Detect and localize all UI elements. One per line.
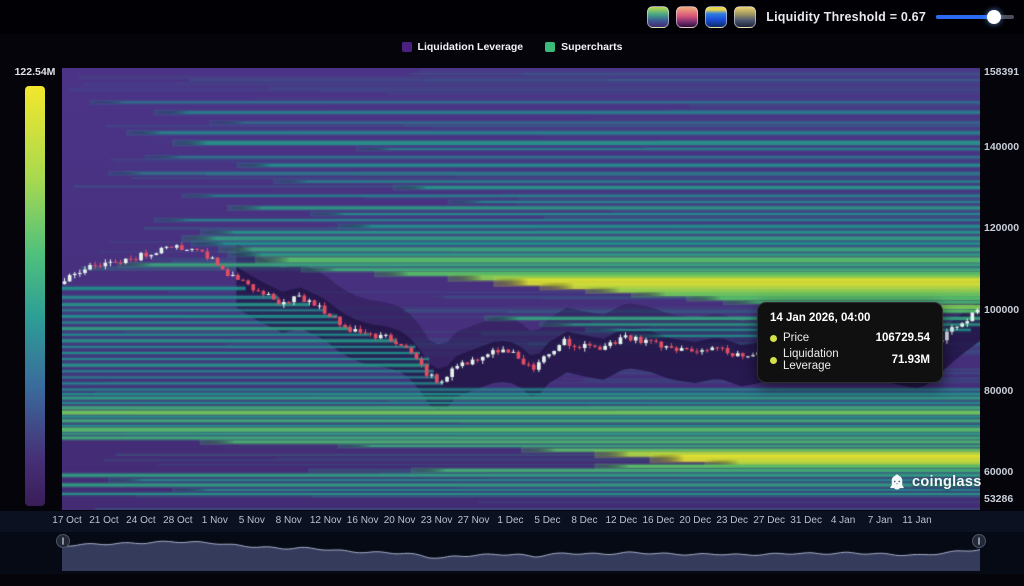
date-axis: 17 Oct21 Oct24 Oct28 Oct1 Nov5 Nov8 Nov1… xyxy=(0,511,1024,532)
navigator-left-handle[interactable]: ∥ xyxy=(56,534,70,548)
tooltip-label: Price xyxy=(783,332,809,344)
legend-label: Supercharts xyxy=(561,41,622,53)
palette-cividis-icon[interactable] xyxy=(734,6,756,28)
liquidation-dot-icon xyxy=(770,357,777,364)
tooltip-row-liquidation-leverage: Liquidation Leverage 71.93M xyxy=(770,348,930,372)
watermark-text: coinglass xyxy=(912,474,982,490)
tooltip-timestamp: 14 Jan 2026, 04:00 xyxy=(770,312,930,324)
price-tick-label: 100000 xyxy=(984,304,1019,316)
price-tick-label: 140000 xyxy=(984,141,1019,153)
price-axis: 158391 140000 120000 100000 80000 60000 53286 xyxy=(984,0,1024,530)
price-dot-icon xyxy=(770,335,777,342)
price-tick-label: 120000 xyxy=(984,222,1019,234)
price-tick-label: 80000 xyxy=(984,385,1013,397)
top-toolbar: Liquidity Threshold = 0.67 xyxy=(0,0,1024,34)
coinglass-watermark: coinglass xyxy=(888,473,982,491)
tooltip-label: Liquidation Leverage xyxy=(783,348,886,372)
legend-item-liquidation-leverage[interactable]: Liquidation Leverage xyxy=(402,41,524,53)
price-tick-label: 158391 xyxy=(984,66,1019,78)
coinglass-logo-icon xyxy=(888,473,906,491)
legend-item-supercharts[interactable]: Supercharts xyxy=(545,41,622,53)
navigator-overview-canvas[interactable] xyxy=(62,533,980,571)
tooltip-value: 106729.54 xyxy=(876,332,930,344)
liquidation-heatmap-app: Liquidity Threshold = 0.67 Liquidation L… xyxy=(0,0,1024,586)
legend-swatch-purple-icon xyxy=(402,42,412,52)
liquidity-threshold-label: Liquidity Threshold = 0.67 xyxy=(766,10,926,24)
date-tick-label: 11 Jan xyxy=(894,515,940,526)
colorbar-gradient xyxy=(25,86,45,506)
chart-tooltip: 14 Jan 2026, 04:00 Price 106729.54 Liqui… xyxy=(757,302,943,383)
tooltip-value: 71.93M xyxy=(892,354,930,366)
legend-label: Liquidation Leverage xyxy=(418,41,524,53)
navigator-right-handle[interactable]: ∥ xyxy=(972,534,986,548)
heatmap-chart-canvas[interactable] xyxy=(62,68,980,510)
palette-blue-icon[interactable] xyxy=(705,6,727,28)
palette-viridis-icon[interactable] xyxy=(647,6,669,28)
price-tick-label: 53286 xyxy=(984,493,1013,505)
colormap-palette-group xyxy=(647,6,756,28)
chart-legend: Liquidation Leverage Supercharts xyxy=(0,41,1024,53)
legend-swatch-green-icon xyxy=(545,42,555,52)
price-tick-label: 60000 xyxy=(984,466,1013,478)
tooltip-row-price: Price 106729.54 xyxy=(770,332,930,344)
colorbar-max-label: 122.54M xyxy=(6,66,64,78)
palette-magma-icon[interactable] xyxy=(676,6,698,28)
